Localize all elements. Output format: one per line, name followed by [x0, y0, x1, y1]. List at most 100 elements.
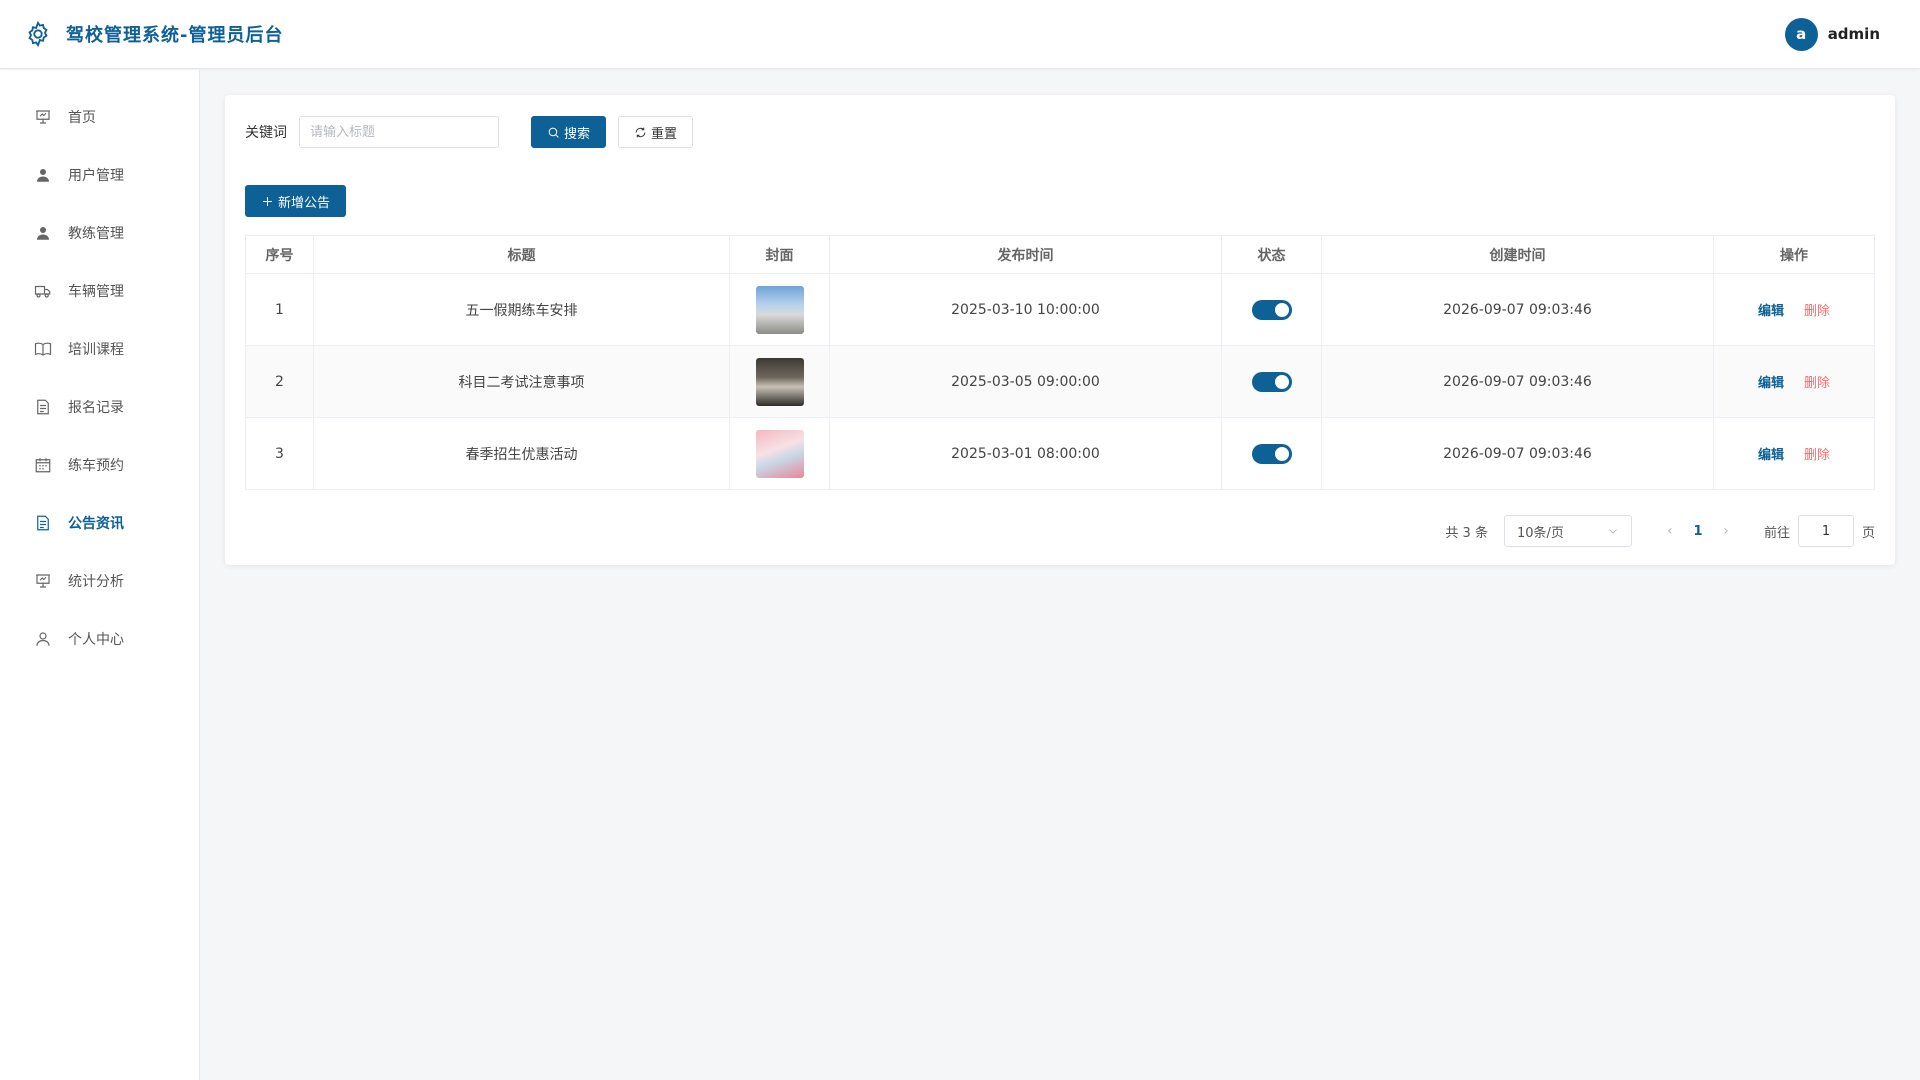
page-number[interactable]: 1	[1682, 524, 1714, 539]
goto-suffix: 页	[1861, 525, 1875, 541]
sidebar-item-home[interactable]: 首页	[0, 88, 199, 146]
sidebar-item-label: 用户管理	[68, 168, 124, 184]
status-toggle[interactable]	[1251, 299, 1292, 320]
presentation-icon	[36, 574, 50, 588]
search-button-label: 搜索	[564, 126, 591, 142]
chevron-down-icon	[1609, 529, 1617, 534]
edit-link[interactable]: 编辑	[1758, 376, 1784, 391]
reset-button-label: 重置	[651, 126, 678, 142]
brand: 驾校管理系统-管理员后台	[24, 20, 283, 48]
avatar[interactable]: a	[1784, 17, 1818, 51]
goto-page-input[interactable]	[1797, 515, 1854, 547]
calendar-icon	[35, 458, 51, 473]
column-header: 状态	[1221, 235, 1322, 274]
presentation-icon	[36, 110, 50, 124]
next-page-icon[interactable]: ›	[1714, 523, 1738, 539]
toolbar: 新增公告	[245, 185, 1875, 217]
toggle-knob	[1274, 446, 1289, 461]
sidebar-item-reservations[interactable]: 练车预约	[0, 436, 199, 494]
sidebar-item-label: 练车预约	[68, 458, 124, 474]
status-toggle[interactable]	[1251, 443, 1292, 464]
sidebar-item-statistics[interactable]: 统计分析	[0, 552, 199, 610]
row-title: 春季招生优惠活动	[313, 417, 730, 490]
sidebar-item-label: 培训课程	[68, 342, 124, 358]
table-row: 3 春季招生优惠活动 2025-03-01 08:00:00 2026-09-0…	[245, 417, 1875, 490]
content-card: 关键词 搜索 重置 新增公告 序号 标题 封面 发布时间 状态 创建时间 操作	[225, 95, 1895, 565]
toggle-knob	[1274, 302, 1289, 317]
user-icon	[37, 169, 49, 182]
page-size-select[interactable]: 10条/页	[1503, 515, 1632, 547]
keyword-label: 关键词	[245, 125, 287, 141]
reset-button[interactable]: 重置	[618, 116, 694, 148]
total-count: 共 3 条	[1445, 525, 1488, 541]
table-header-row: 序号 标题 封面 发布时间 状态 创建时间 操作	[245, 235, 1875, 274]
keyword-input[interactable]	[299, 116, 499, 148]
document-icon	[37, 515, 49, 531]
prev-page-icon[interactable]: ‹	[1658, 523, 1682, 539]
row-index: 1	[245, 273, 314, 346]
user-outline-icon	[36, 632, 50, 646]
top-header: 驾校管理系统-管理员后台 a admin	[0, 0, 1920, 69]
search-icon	[548, 127, 559, 138]
row-publish-time: 2025-03-01 08:00:00	[829, 417, 1222, 490]
goto-label: 前往	[1763, 525, 1790, 541]
user-icon	[37, 227, 49, 240]
sidebar: 首页 用户管理 教练管理 车辆管理 培训课程 报名记录 练车预约 公告资讯 统计…	[0, 70, 200, 1080]
column-header: 标题	[313, 235, 730, 274]
page-size-value: 10条/页	[1516, 525, 1564, 541]
sidebar-item-label: 统计分析	[68, 574, 124, 590]
add-announcement-button[interactable]: 新增公告	[245, 185, 347, 217]
row-created-time: 2026-09-07 09:03:46	[1321, 345, 1714, 418]
delete-link[interactable]: 删除	[1804, 304, 1830, 319]
cover-image[interactable]	[755, 429, 804, 478]
app-title: 驾校管理系统-管理员后台	[66, 25, 284, 46]
delete-link[interactable]: 删除	[1804, 448, 1830, 463]
edit-link[interactable]: 编辑	[1758, 304, 1784, 319]
announcements-table: 序号 标题 封面 发布时间 状态 创建时间 操作 1 五一假期练车安排 2025…	[245, 235, 1875, 490]
add-button-label: 新增公告	[278, 195, 331, 211]
sidebar-item-vehicles[interactable]: 车辆管理	[0, 262, 199, 320]
row-index: 3	[245, 417, 314, 490]
sidebar-item-courses[interactable]: 培训课程	[0, 320, 199, 378]
search-button[interactable]: 搜索	[531, 116, 607, 148]
table-row: 1 五一假期练车安排 2025-03-10 10:00:00 2026-09-0…	[245, 273, 1875, 346]
refresh-icon	[635, 127, 646, 137]
sidebar-item-announcements[interactable]: 公告资讯	[0, 494, 199, 552]
book-icon	[34, 342, 52, 356]
sidebar-item-users[interactable]: 用户管理	[0, 146, 199, 204]
sidebar-item-label: 首页	[68, 110, 96, 126]
row-title: 五一假期练车安排	[313, 273, 730, 346]
column-header: 创建时间	[1321, 235, 1714, 274]
search-bar: 关键词 搜索 重置	[245, 115, 1875, 149]
column-header: 操作	[1713, 235, 1875, 274]
sidebar-item-enrollments[interactable]: 报名记录	[0, 378, 199, 436]
row-title: 科目二考试注意事项	[313, 345, 730, 418]
sidebar-item-profile[interactable]: 个人中心	[0, 610, 199, 668]
cover-image[interactable]	[755, 285, 804, 334]
row-publish-time: 2025-03-05 09:00:00	[829, 345, 1222, 418]
pagination: 共 3 条 10条/页 ‹ 1 › 前往 页	[1445, 515, 1875, 547]
username[interactable]: admin	[1828, 25, 1880, 43]
delete-link[interactable]: 删除	[1804, 376, 1830, 391]
sidebar-item-coaches[interactable]: 教练管理	[0, 204, 199, 262]
row-publish-time: 2025-03-10 10:00:00	[829, 273, 1222, 346]
plus-icon	[263, 196, 272, 206]
row-created-time: 2026-09-07 09:03:46	[1321, 273, 1714, 346]
column-header: 发布时间	[829, 235, 1222, 274]
row-created-time: 2026-09-07 09:03:46	[1321, 417, 1714, 490]
status-toggle[interactable]	[1251, 371, 1292, 392]
gear-icon	[28, 20, 48, 48]
row-index: 2	[245, 345, 314, 418]
toggle-knob	[1274, 374, 1289, 389]
table-row: 2 科目二考试注意事项 2025-03-05 09:00:00 2026-09-…	[245, 345, 1875, 418]
column-header: 序号	[245, 235, 314, 274]
sidebar-item-label: 个人中心	[68, 632, 124, 648]
document-icon	[37, 399, 49, 415]
edit-link[interactable]: 编辑	[1758, 448, 1784, 463]
cover-image[interactable]	[755, 357, 804, 406]
sidebar-item-label: 车辆管理	[68, 284, 124, 300]
user-menu[interactable]: a admin	[1784, 17, 1880, 51]
sidebar-item-label: 教练管理	[68, 226, 124, 242]
truck-icon	[34, 285, 51, 298]
sidebar-item-label: 报名记录	[68, 400, 124, 416]
